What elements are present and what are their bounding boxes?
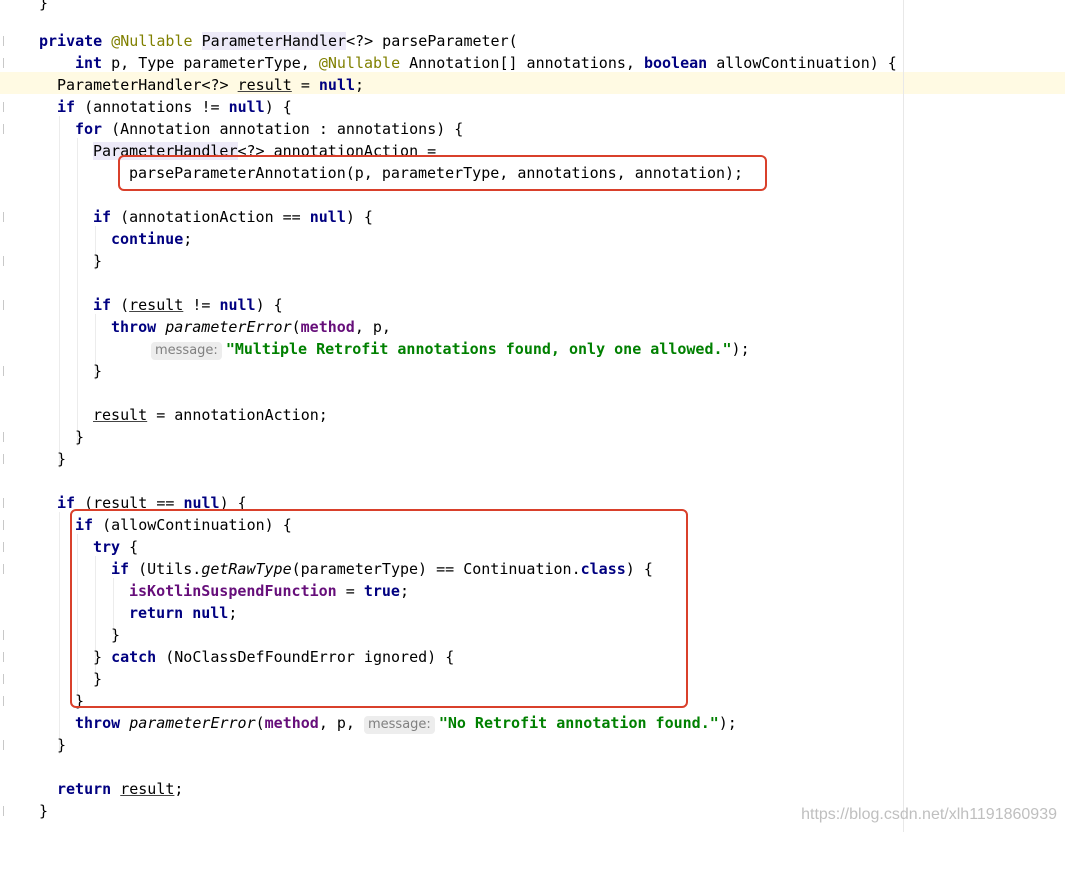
punct: ) { (255, 296, 283, 314)
annotation-nullable: @Nullable (111, 32, 193, 50)
condition: (annotationAction == (111, 208, 310, 226)
param-list: p, Type parameterType, (102, 54, 319, 72)
punct: ( (111, 296, 130, 314)
punct: ( (255, 714, 265, 732)
code-line: ParameterHandler<?> result = null; (0, 74, 1065, 96)
keyword-if: if (93, 208, 112, 226)
semicolon: ; (174, 780, 184, 798)
code-line: int p, Type parameterType, @Nullable Ann… (0, 52, 1065, 74)
semicolon: ; (183, 230, 193, 248)
code-line: } (0, 448, 1065, 470)
punct: ); (718, 714, 737, 732)
code-line: } (0, 734, 1065, 756)
operator: != (183, 296, 220, 314)
for-header: (Annotation annotation : annotations) { (102, 120, 464, 138)
punct: ) { (264, 98, 292, 116)
semicolon: ; (355, 76, 365, 94)
parameter-hint: message: (151, 342, 222, 360)
param-list: Annotation[] annotations, (400, 54, 644, 72)
code-line: } (0, 250, 1065, 272)
keyword-return: return (57, 780, 112, 798)
keyword-null: null (228, 98, 265, 116)
brace: } (93, 362, 103, 380)
code-line: throw parameterError(method, p, (0, 316, 1065, 338)
field-method: method (264, 714, 319, 732)
variable-result[interactable]: result (238, 76, 292, 94)
field-method: method (300, 318, 355, 336)
condition: (annotations != (75, 98, 229, 116)
keyword-throw: throw (75, 714, 121, 732)
code-line: for (Annotation annotation : annotations… (0, 118, 1065, 140)
method-name: parseParameter( (373, 32, 518, 50)
punct: ( (291, 318, 301, 336)
string-literal: "Multiple Retrofit annotations found, on… (225, 340, 732, 358)
keyword-continue: continue (111, 230, 184, 248)
type-name: ParameterHandler (57, 76, 202, 94)
assignment: = annotationAction; (147, 406, 328, 424)
string-literal: "No Retrofit annotation found." (438, 714, 719, 732)
code-line: continue; (0, 228, 1065, 250)
brace: } (75, 428, 85, 446)
keyword-int: int (75, 54, 103, 72)
code-line: if (annotations != null) { (0, 96, 1065, 118)
code-line: } (0, 0, 1065, 14)
variable-result[interactable]: result (129, 296, 183, 314)
watermark: https://blog.csdn.net/xlh1191860939 (801, 806, 1057, 823)
param-list: allowContinuation) { (707, 54, 897, 72)
variable-result[interactable]: result (120, 780, 174, 798)
code-line: } (0, 426, 1065, 448)
variable-result[interactable]: result (93, 406, 147, 424)
keyword-private: private (39, 32, 103, 50)
code-line: return result; (0, 778, 1065, 800)
code-line: throw parameterError(method, p, message:… (0, 712, 1065, 734)
highlight-box-continuation-block (70, 509, 688, 708)
method-call[interactable]: parameterError (165, 318, 291, 336)
code-line: result = annotationAction; (0, 404, 1065, 426)
keyword-if: if (57, 98, 76, 116)
keyword-null: null (219, 296, 256, 314)
identifier-parameter-handler[interactable]: ParameterHandler (201, 32, 347, 50)
code-line: private @Nullable ParameterHandler<?> pa… (0, 30, 1065, 52)
highlight-box-parse-call (118, 155, 767, 191)
keyword-throw: throw (111, 318, 157, 336)
code-line: message: "Multiple Retrofit annotations f… (0, 338, 1065, 360)
code-line: if (result != null) { (0, 294, 1065, 316)
code-line: } (0, 360, 1065, 382)
keyword-null: null (318, 76, 356, 94)
keyword-null: null (309, 208, 346, 226)
keyword-if: if (93, 296, 112, 314)
brace: } (39, 0, 49, 12)
args: , p, (318, 714, 364, 732)
args: , p, (354, 318, 391, 336)
annotation-nullable: @Nullable (318, 54, 401, 72)
brace: } (93, 252, 103, 270)
punct: ); (731, 340, 750, 358)
parameter-hint: message: (364, 716, 435, 734)
wildcard: <?> (201, 76, 229, 94)
operator: = (291, 76, 319, 94)
wildcard: <?> (346, 32, 374, 50)
code-line: if (annotationAction == null) { (0, 206, 1065, 228)
keyword-boolean: boolean (643, 54, 708, 72)
brace: } (39, 802, 49, 820)
keyword-for: for (75, 120, 103, 138)
brace: } (57, 450, 67, 468)
brace: } (57, 736, 67, 754)
method-call[interactable]: parameterError (129, 714, 255, 732)
punct: ) { (345, 208, 373, 226)
